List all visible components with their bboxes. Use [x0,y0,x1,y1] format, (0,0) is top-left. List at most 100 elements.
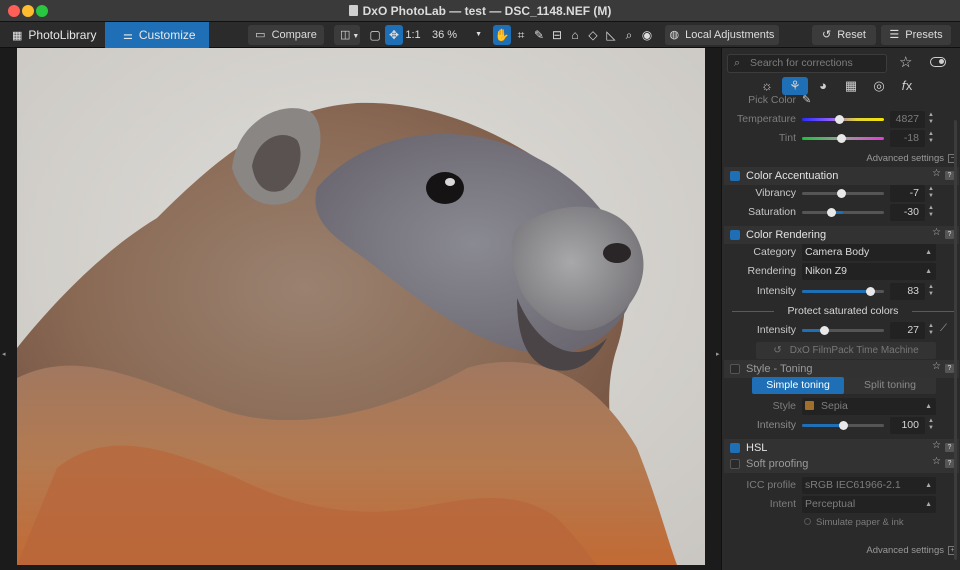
repair-icon[interactable]: ⌕ [620,25,638,45]
favorites-star-icon[interactable]: ☆ [899,53,912,71]
hand-tool-icon[interactable]: ✋ [493,25,511,45]
enable-checkbox[interactable] [730,171,740,181]
help-icon[interactable]: ? [945,459,954,468]
color-rendering-header[interactable]: Color Rendering ☆ ? [724,226,959,244]
help-icon[interactable]: ? [945,171,954,180]
horizon-icon[interactable]: ⊟ [548,25,566,45]
zoom-dropdown[interactable]: 36 % ▼ [426,25,486,45]
tab-photolibrary[interactable]: ▦ PhotoLibrary [0,22,105,48]
star-icon[interactable]: ☆ [932,168,941,179]
eyedropper-icon[interactable]: ✎ [802,93,811,106]
star-icon[interactable]: ☆ [932,456,941,467]
local-tab-icon[interactable]: ◎ [866,77,892,95]
soft-proofing-header[interactable]: Soft proofing ☆ ? [724,455,959,473]
photo-canvas[interactable] [17,48,705,565]
split-toning-button[interactable]: Split toning [844,377,936,394]
saturation-row: Saturation -30 ▲ ▼ [722,203,960,222]
help-icon[interactable]: ? [945,230,954,239]
color-accentuation-header[interactable]: Color Accentuation ☆ ? [724,167,959,185]
enable-checkbox[interactable] [730,230,740,240]
temperature-knob[interactable] [834,115,844,124]
stepper-icon[interactable]: ▲ ▼ [928,284,935,298]
light-tab-sun-icon[interactable]: ☼ [754,77,780,95]
sepia-swatch [805,401,814,410]
intensity-slider[interactable] [802,287,884,296]
toning-intensity-knob[interactable] [839,421,848,430]
stepper-icon[interactable]: ▲ ▼ [928,131,935,145]
distortion-icon[interactable]: ◺ [602,25,620,45]
perspective-icon[interactable]: ⌂ [566,25,584,45]
layout-dropdown[interactable]: ◫ ▼ [334,25,360,45]
fit-icon[interactable]: ▢ [366,25,384,45]
stepper-icon[interactable]: ▲ ▼ [928,418,935,432]
search-corrections-input[interactable]: ⌕ Search for corrections [727,54,887,73]
star-icon[interactable]: ☆ [932,440,941,451]
stepper-icon[interactable]: ▲ ▼ [928,112,935,126]
detail-tab-lens-icon[interactable]: ◕ [810,77,836,95]
checkbox[interactable] [804,518,811,525]
saturation-knob[interactable] [826,208,836,217]
star-icon[interactable]: ☆ [932,361,941,372]
sliders-icon: ⚌ [123,30,133,42]
temperature-slider[interactable] [802,115,884,124]
tint-value[interactable]: -18 [890,130,925,147]
style-dropdown[interactable]: Sepia ▲ [802,398,936,415]
keystone-icon[interactable]: ◇ [584,25,602,45]
enable-checkbox[interactable] [730,459,740,469]
eyedropper-icon[interactable]: ✎ [530,25,548,45]
chevron-down-icon: ▼ [352,33,360,40]
stepper-icon[interactable]: ▲ ▼ [928,323,935,337]
star-icon[interactable]: ☆ [932,227,941,238]
enable-checkbox[interactable] [730,443,740,453]
crop-icon[interactable]: ⌗ [512,25,530,45]
eye-icon[interactable]: ◉ [638,25,656,45]
compare-button[interactable]: ▭ Compare [248,25,324,45]
fx-tab-icon[interactable]: 𝑓x [894,77,920,95]
toggle-icon[interactable] [930,57,946,67]
presets-button[interactable]: ☰ Presets [881,25,951,45]
chevron-updown-icon: ▲ [925,249,932,256]
category-dropdown[interactable]: Camera Body ▲ [802,244,936,261]
intensity-knob[interactable] [866,287,876,296]
icc-profile-dropdown[interactable]: sRGB IEC61966-2.1 ▲ [802,477,936,494]
intent-dropdown[interactable]: Perceptual ▲ [802,496,936,513]
simulate-paper-ink-checkbox[interactable]: Simulate paper & ink [804,517,904,528]
stepper-icon[interactable]: ▲ ▼ [928,205,935,219]
style-toning-header[interactable]: Style - Toning ☆ ? [724,360,959,378]
toning-intensity-row: Intensity 100 ▲ ▼ [722,416,960,435]
toning-intensity-value[interactable]: 100 [890,417,925,434]
filmpack-time-machine-button[interactable]: ↺ DxO FilmPack Time Machine [756,342,936,359]
advanced-settings-link[interactable]: Advanced settings − [866,153,957,164]
panel-scrollbar[interactable] [954,120,957,560]
move-icon[interactable]: ✥ [385,25,403,45]
advanced-settings-link-bottom[interactable]: Advanced settings + [866,545,957,556]
saturation-slider[interactable] [802,208,884,217]
help-icon[interactable]: ? [945,443,954,452]
enable-checkbox[interactable] [730,364,740,374]
simple-toning-button[interactable]: Simple toning [752,377,844,394]
geometry-tab-icon[interactable]: ▦ [838,77,864,95]
reset-button[interactable]: ↺ Reset [812,25,876,45]
category-row: Category Camera Body ▲ [722,243,960,262]
protect-intensity-value[interactable]: 27 [890,322,925,339]
dropper-icon[interactable]: ⟋ [940,323,947,334]
saturation-value[interactable]: -30 [890,204,925,221]
stepper-icon[interactable]: ▲ ▼ [928,186,935,200]
tint-knob[interactable] [836,134,846,143]
temperature-value[interactable]: 4827 [890,111,925,128]
intensity-value[interactable]: 83 [890,283,925,300]
protect-intensity-knob[interactable] [820,326,830,335]
collapse-left-icon[interactable]: ◂ [2,350,6,358]
zoom-100-button[interactable]: 1:1 [403,25,423,45]
vibrancy-slider[interactable] [802,189,884,198]
collapse-right-icon[interactable]: ▸ [716,350,720,358]
protect-intensity-slider[interactable] [802,326,884,335]
vibrancy-knob[interactable] [836,189,846,198]
tab-customize[interactable]: ⚌ Customize [105,22,209,48]
local-adjustments-button[interactable]: ◍ Local Adjustments [665,25,779,45]
toning-intensity-slider[interactable] [802,421,884,430]
rendering-dropdown[interactable]: Nikon Z9 ▲ [802,263,936,280]
help-icon[interactable]: ? [945,364,954,373]
tint-slider[interactable] [802,134,884,143]
vibrancy-value[interactable]: -7 [890,185,925,202]
